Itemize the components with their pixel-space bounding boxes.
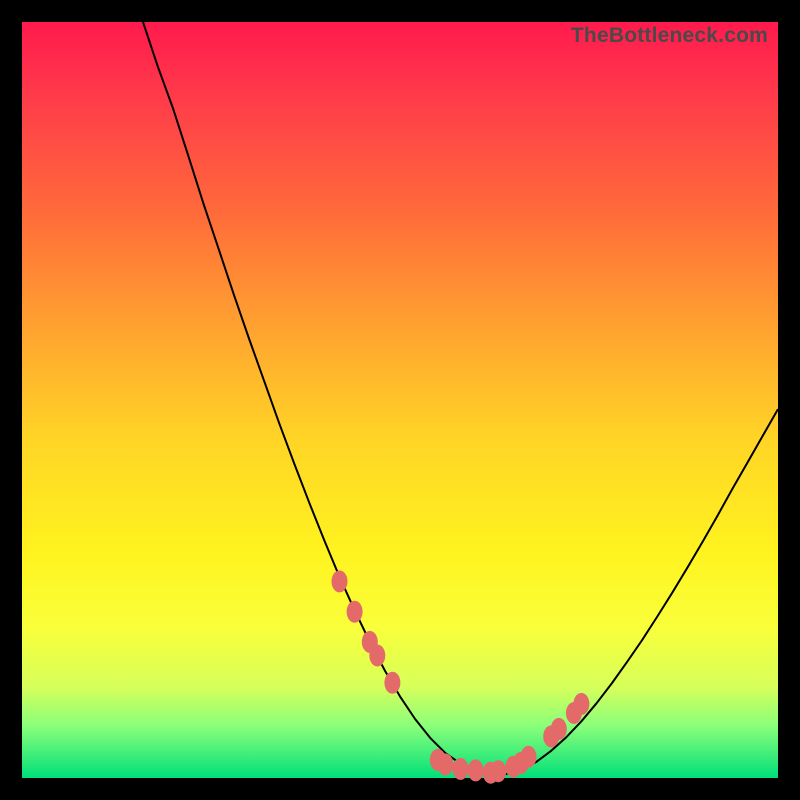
data-marker — [551, 718, 567, 740]
data-marker — [521, 746, 537, 768]
data-marker — [347, 601, 363, 623]
bottleneck-curve — [143, 22, 778, 774]
data-marker — [384, 672, 400, 694]
data-marker — [468, 759, 484, 781]
plot-area: TheBottleneck.com — [22, 22, 778, 778]
data-marker — [573, 693, 589, 715]
data-marker — [332, 570, 348, 592]
data-marker — [437, 753, 453, 775]
data-marker — [453, 758, 469, 780]
data-marker — [369, 645, 385, 667]
chart-svg — [22, 22, 778, 778]
chart-frame: TheBottleneck.com — [0, 0, 800, 800]
data-marker — [490, 760, 506, 782]
